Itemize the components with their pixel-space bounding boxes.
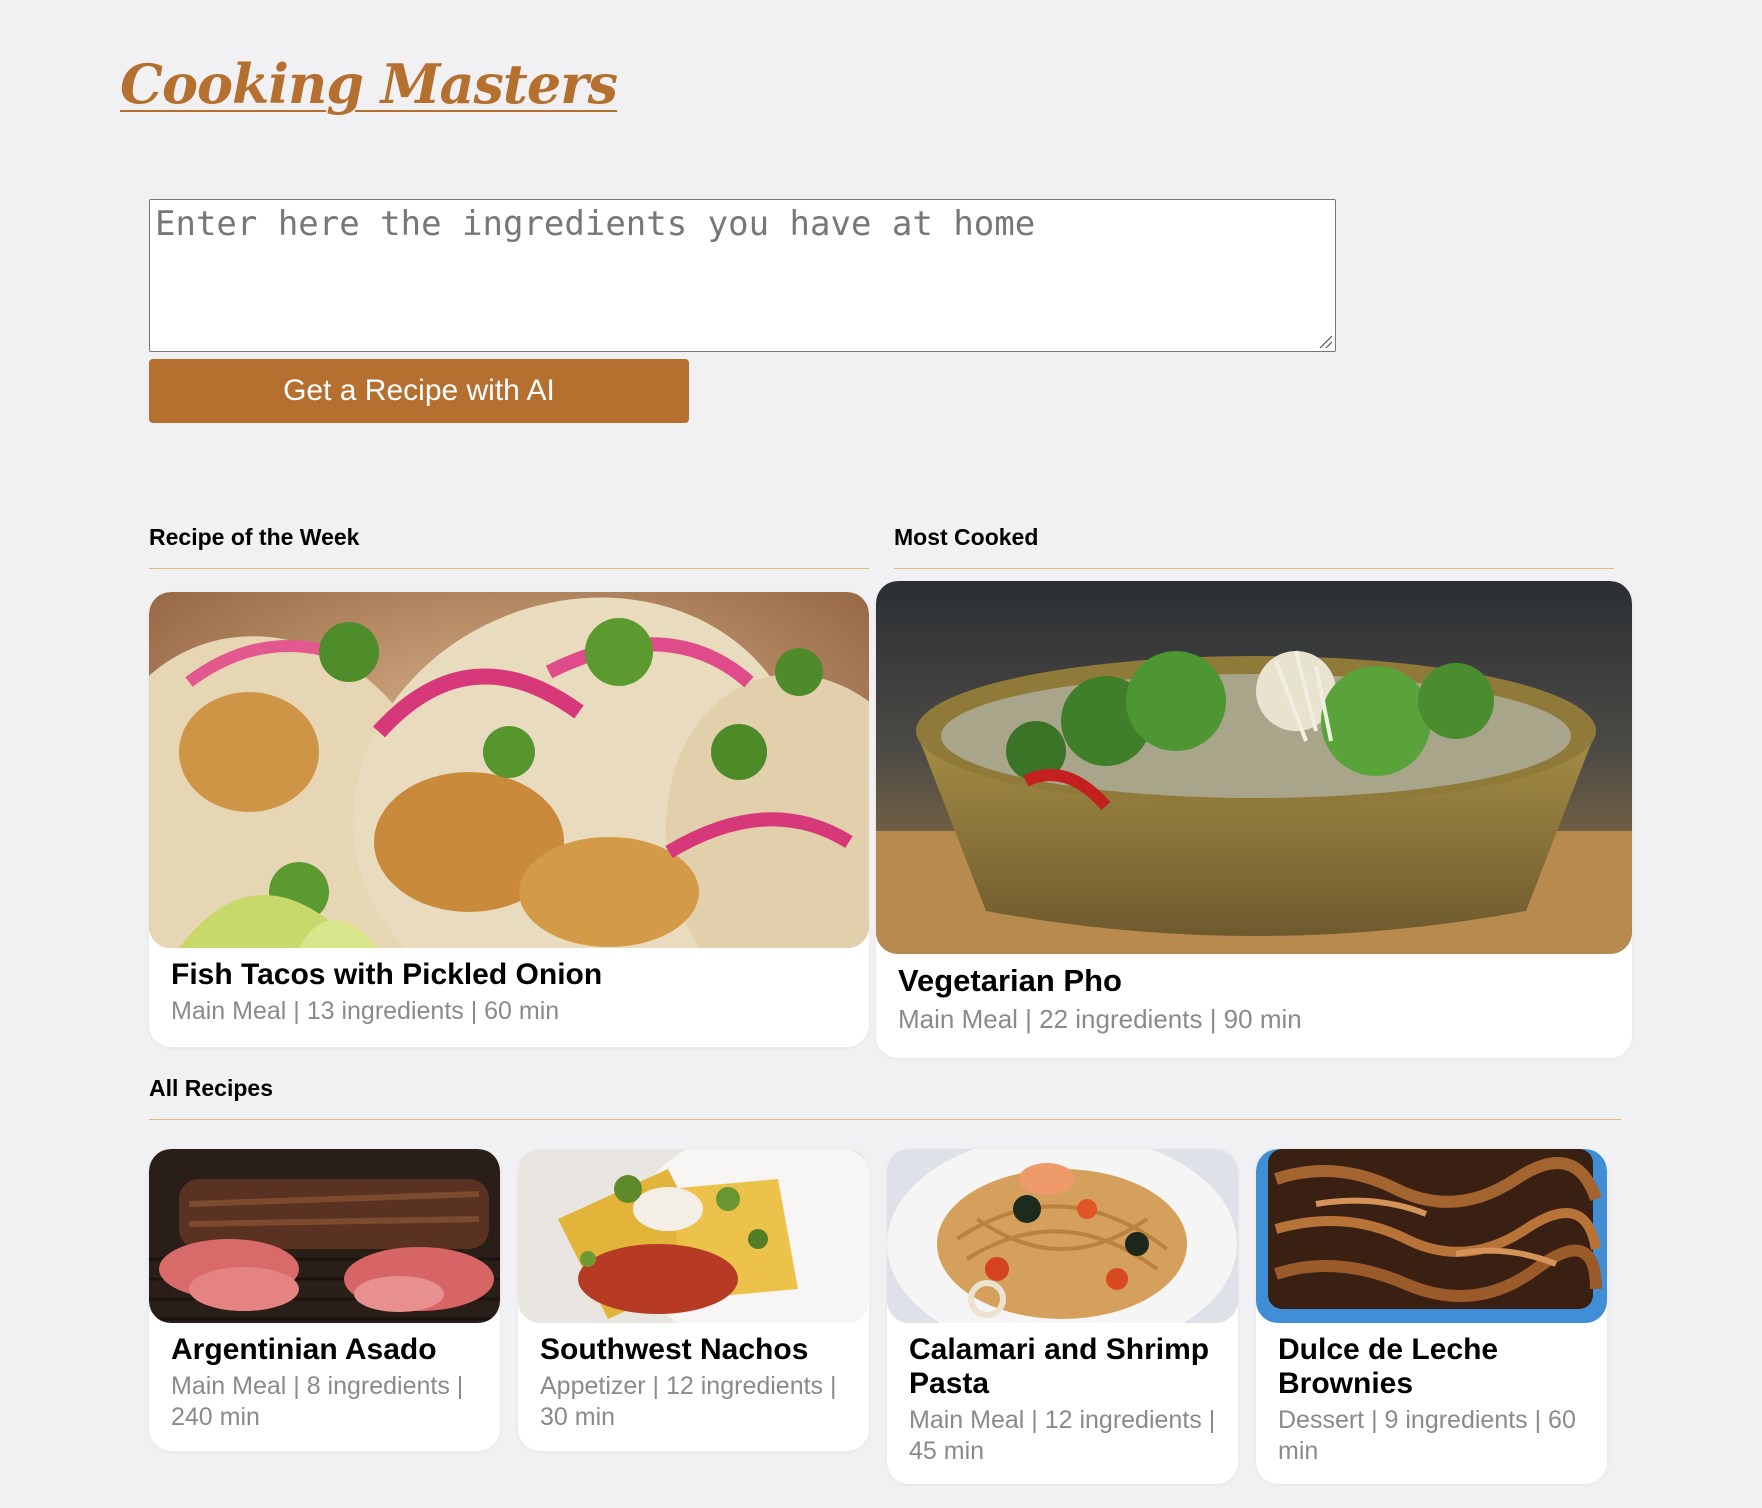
site-logo[interactable]: Cooking Masters	[120, 52, 618, 116]
most-cooked-heading: Most Cooked	[894, 524, 1039, 550]
card-title: Vegetarian Pho	[898, 963, 1122, 998]
get-recipe-ai-button[interactable]: Get a Recipe with AI	[149, 359, 689, 423]
card-title: Fish Tacos with Pickled Onion	[171, 958, 603, 991]
recipe-of-week-divider	[149, 568, 869, 569]
page: Cooking Masters Get a Recipe with AI Rec…	[0, 0, 1762, 1508]
most-cooked-divider	[894, 568, 1614, 569]
card-meta: Main Meal | 13 ingredients | 60 min	[171, 997, 560, 1025]
asado-image	[149, 1149, 500, 1323]
vegetarian-pho-image	[876, 581, 1632, 954]
recipe-of-week-heading: Recipe of the Week	[149, 524, 360, 550]
card-meta: Main Meal | 12 ingredients | 45 min	[909, 1406, 1216, 1465]
card-meta: Main Meal | 22 ingredients | 90 min	[898, 1004, 1302, 1034]
card-title: Southwest Nachos	[540, 1333, 809, 1366]
card-meta: Main Meal | 8 ingredients | 240 min	[171, 1372, 464, 1431]
all-recipes-divider	[149, 1119, 1621, 1120]
recipe-card[interactable]: Calamari and Shrimp Pasta Main Meal | 12…	[887, 1149, 1238, 1484]
recipe-card[interactable]: Dulce de Leche Brownies Dessert | 9 ingr…	[1256, 1149, 1607, 1484]
card-meta: Dessert | 9 ingredients | 60 min	[1278, 1406, 1576, 1465]
recipe-card[interactable]: Southwest Nachos Appetizer | 12 ingredie…	[518, 1149, 869, 1451]
card-title: Argentinian Asado	[171, 1333, 437, 1366]
card-meta: Appetizer | 12 ingredients | 30 min	[540, 1372, 837, 1431]
ingredients-input[interactable]	[149, 199, 1336, 352]
all-recipes-heading: All Recipes	[149, 1075, 273, 1101]
card-title: Dulce de Leche Brownies	[1278, 1333, 1499, 1400]
fish-tacos-image	[149, 592, 869, 948]
recipe-card-featured-week[interactable]: Fish Tacos with Pickled Onion Main Meal …	[149, 592, 869, 1047]
brownies-image	[1256, 1149, 1607, 1323]
resize-grip-icon[interactable]	[1318, 334, 1333, 349]
nachos-image	[518, 1149, 869, 1323]
recipe-card[interactable]: Argentinian Asado Main Meal | 8 ingredie…	[149, 1149, 500, 1451]
card-title: Calamari and Shrimp Pasta	[909, 1333, 1210, 1400]
seafood-pasta-image	[887, 1149, 1238, 1323]
recipe-card-most-cooked[interactable]: Vegetarian Pho Main Meal | 22 ingredient…	[876, 581, 1632, 1058]
